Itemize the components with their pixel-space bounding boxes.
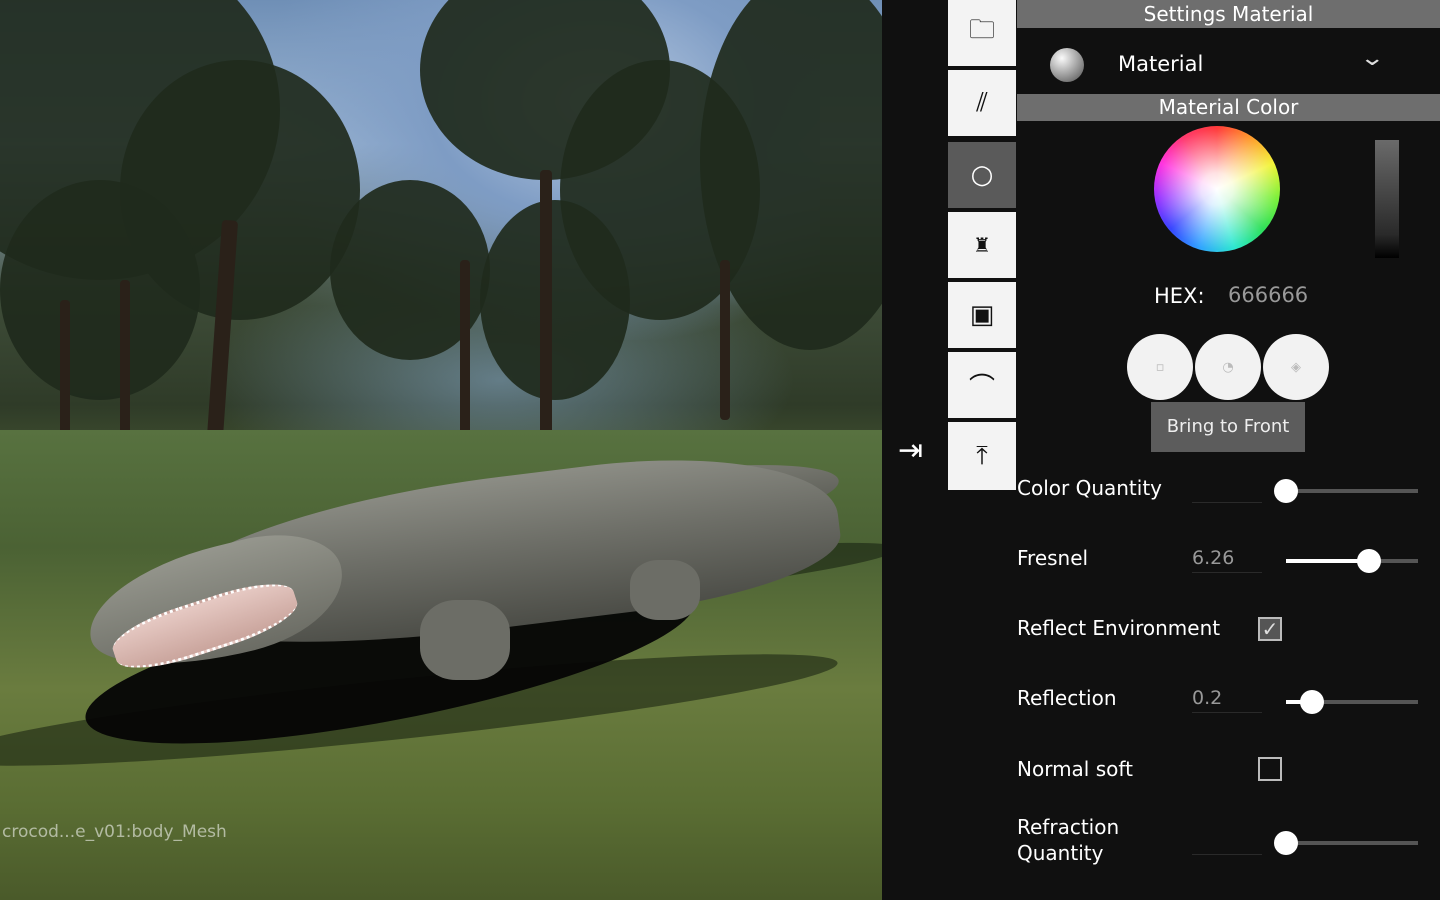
hex-label: HEX: xyxy=(1154,284,1205,308)
upload-icon: ⤒ xyxy=(976,440,988,471)
image-button[interactable]: ▣ xyxy=(948,282,1016,348)
material-color-header: Material Color xyxy=(1017,94,1440,121)
color-quantity-slider[interactable] xyxy=(1274,479,1418,503)
tooltip: Bring to Front xyxy=(1151,402,1305,452)
refresh-icon: ◔ xyxy=(1222,359,1234,375)
slider-thumb[interactable] xyxy=(1274,831,1298,855)
reflection-value[interactable]: 0.2 xyxy=(1192,687,1222,709)
value-underline xyxy=(1192,572,1262,573)
3d-viewport[interactable]: crocod...e_v01:body_Mesh xyxy=(0,0,882,900)
environment-button[interactable]: ⌒ xyxy=(948,352,1016,418)
normal-soft-checkbox[interactable] xyxy=(1258,757,1282,781)
mesh-name-label: crocod...e_v01:body_Mesh xyxy=(2,822,227,842)
reflect-environment-label: Reflect Environment xyxy=(1017,616,1221,640)
arc-icon: ⌒ xyxy=(968,372,995,403)
crocodile-leg xyxy=(420,600,510,680)
slider-thumb[interactable] xyxy=(1274,479,1298,503)
export-button[interactable]: ⤒ xyxy=(948,422,1016,490)
lamp-icon: ♜ xyxy=(973,233,991,257)
material-label: Material xyxy=(1118,52,1204,76)
material-sphere-icon xyxy=(1050,48,1084,82)
image-add-icon: ▣ xyxy=(969,300,995,330)
texture-button[interactable]: ⫽ xyxy=(948,70,1016,136)
tree-trunk xyxy=(720,260,730,420)
material-dropdown[interactable]: Material ⌄ xyxy=(1017,32,1440,92)
hatch-pattern-icon: ⫽ xyxy=(976,87,988,118)
tree-canopy xyxy=(480,200,630,400)
folder-button[interactable]: 🗀 xyxy=(948,0,1016,66)
brightness-slider[interactable] xyxy=(1375,140,1399,258)
reflection-label: Reflection xyxy=(1017,686,1117,710)
panel-title: Settings Material xyxy=(1017,0,1440,28)
arrow-right-to-bar-icon[interactable]: ⇥ xyxy=(898,432,932,470)
fresnel-value[interactable]: 6.26 xyxy=(1192,547,1234,569)
folder-icon: 🗀 xyxy=(968,15,995,45)
bring-to-front-button[interactable]: ▫ xyxy=(1127,334,1193,400)
refraction-quantity-slider[interactable] xyxy=(1274,831,1418,855)
fresnel-label: Fresnel xyxy=(1017,546,1089,570)
chevron-down-icon: ⌄ xyxy=(1359,46,1386,71)
refraction-quantity-label: Refraction Quantity xyxy=(1017,815,1120,865)
value-underline xyxy=(1192,854,1262,855)
hex-input[interactable]: 666666 xyxy=(1228,283,1308,307)
material-button[interactable]: ○ xyxy=(948,142,1016,208)
reset-button[interactable]: ◔ xyxy=(1195,334,1261,400)
reflect-environment-checkbox[interactable]: ✓ xyxy=(1258,617,1282,641)
diamond-button[interactable]: ◈ xyxy=(1263,334,1329,400)
crocodile-leg xyxy=(630,560,700,620)
fresnel-slider[interactable] xyxy=(1286,549,1418,573)
diamond-icon: ◈ xyxy=(1291,359,1301,375)
tool-sidebar: 🗀 ⫽ ○ ♜ ▣ ⌒ ⤒ xyxy=(948,0,1016,490)
circle-icon: ○ xyxy=(970,160,994,190)
normal-soft-label: Normal soft xyxy=(1017,757,1133,781)
color-quantity-label: Color Quantity xyxy=(1017,476,1162,500)
square-icon: ▫ xyxy=(1155,359,1165,375)
reflection-slider[interactable] xyxy=(1286,690,1418,714)
value-underline xyxy=(1192,712,1262,713)
tree-canopy xyxy=(0,180,200,400)
tree-trunk xyxy=(540,170,552,450)
color-wheel[interactable] xyxy=(1154,126,1280,252)
slider-thumb[interactable] xyxy=(1357,549,1382,573)
value-underline xyxy=(1192,502,1262,503)
lighting-button[interactable]: ♜ xyxy=(948,212,1016,278)
checkmark-icon: ✓ xyxy=(1261,617,1279,641)
